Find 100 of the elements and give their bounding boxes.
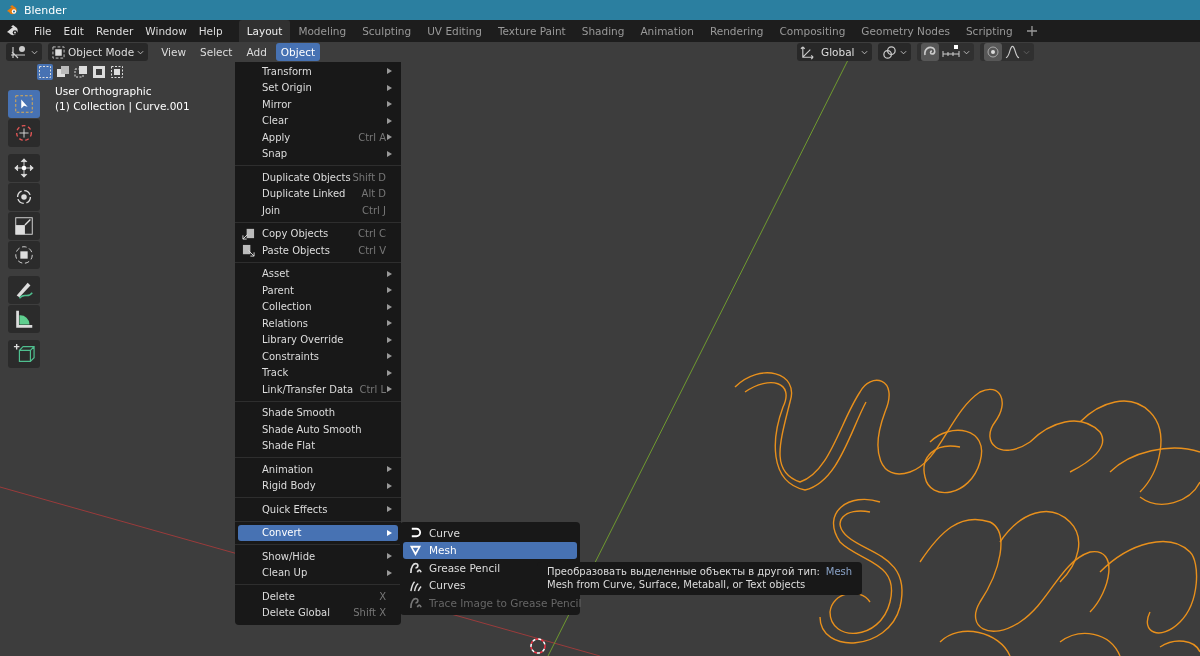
cursor-icon: [13, 122, 35, 144]
menu-item[interactable]: Link/Transfer Data Ctrl L: [238, 381, 398, 398]
workspace-tab[interactable]: UV Editing: [419, 20, 490, 42]
menu-item[interactable]: Join Ctrl J: [238, 202, 398, 219]
workspace-tab[interactable]: Compositing: [771, 20, 854, 42]
menu-bar-item[interactable]: Window: [141, 25, 195, 37]
menu-item[interactable]: Quick Effects: [238, 501, 398, 518]
paste-icon: [242, 243, 255, 257]
menu-item[interactable]: Duplicate Linked Alt D: [238, 185, 398, 202]
menu-item[interactable]: Asset: [238, 265, 398, 282]
select-mode-icon[interactable]: [109, 64, 125, 80]
select-tool-button[interactable]: [8, 90, 40, 118]
menu-item[interactable]: Show/Hide: [238, 548, 398, 565]
submenu-arrow-icon: [387, 529, 392, 536]
window-title: Blender: [24, 3, 67, 17]
submenu-arrow-icon: [387, 569, 392, 576]
submenu-arrow-icon: [387, 303, 392, 310]
rotate-tool-button[interactable]: [8, 183, 40, 211]
menu-item[interactable]: Relations: [238, 315, 398, 332]
workspace-tab[interactable]: Rendering: [701, 20, 772, 42]
submenu-arrow-icon: [387, 68, 392, 75]
grease-pencil-icon: [409, 561, 422, 575]
submenu-arrow-icon: [387, 134, 392, 141]
workspace-tab[interactable]: Animation: [632, 20, 702, 42]
submenu-arrow-icon: [387, 117, 392, 124]
header-menu[interactable]: Add: [241, 43, 272, 61]
menu-item[interactable]: Transform: [238, 63, 398, 80]
increment-icon[interactable]: [941, 45, 960, 59]
menu-item[interactable]: Paste Objects Ctrl V: [238, 242, 398, 259]
menu-item[interactable]: Duplicate Objects Shift D: [238, 169, 398, 186]
annotate-tool-button[interactable]: [8, 276, 40, 304]
select-mode-icon[interactable]: [73, 64, 89, 80]
submenu-arrow-icon: [387, 482, 392, 489]
orientation-dropdown[interactable]: Global: [797, 43, 872, 61]
menu-item[interactable]: Set Origin: [238, 79, 398, 96]
workspace-tab[interactable]: Sculpting: [354, 20, 420, 42]
submenu-arrow-icon: [387, 466, 392, 473]
context-label: (1) Collection | Curve.001: [55, 100, 190, 113]
menu-item[interactable]: Track: [238, 364, 398, 381]
menu-bar-item[interactable]: Render: [91, 25, 142, 37]
proportional-editing-icon[interactable]: [983, 43, 1002, 61]
pivot-dropdown[interactable]: [877, 43, 911, 61]
copy-icon: [242, 227, 255, 241]
caret-icon: [860, 49, 868, 55]
menu-item[interactable]: Copy Objects Ctrl C: [238, 225, 398, 242]
menu-item[interactable]: Delete X: [238, 588, 398, 605]
workspace-tab[interactable]: Layout: [238, 20, 291, 42]
submenu-arrow-icon: [387, 386, 392, 393]
workspace-tab[interactable]: Shading: [573, 20, 633, 42]
menu-item[interactable]: Mirror: [238, 96, 398, 113]
orientation-icon: [800, 44, 815, 60]
select-mode-icon[interactable]: [37, 64, 53, 80]
measure-tool-button[interactable]: [8, 305, 40, 333]
transform-icon: [13, 244, 35, 266]
menu-item[interactable]: Curve: [403, 524, 577, 542]
menu-item[interactable]: Constraints: [238, 348, 398, 365]
cursor-tool-button[interactable]: [8, 119, 40, 147]
menu-item[interactable]: Library Override: [238, 331, 398, 348]
submenu-arrow-icon: [387, 101, 392, 108]
menu-item[interactable]: Collection: [238, 298, 398, 315]
menu-item[interactable]: Clear: [238, 112, 398, 129]
submenu-arrow-icon: [387, 150, 392, 157]
menu-item[interactable]: Apply Ctrl A: [238, 129, 398, 146]
workspace-tab[interactable]: Geometry Nodes: [853, 20, 958, 42]
caret-icon: [31, 49, 38, 55]
menu-bar-item[interactable]: Help: [194, 25, 231, 37]
add-icon[interactable]: [1026, 26, 1037, 36]
select-mode-icon[interactable]: [91, 64, 107, 80]
menu-item[interactable]: Shade Flat: [238, 437, 398, 454]
submenu-arrow-icon: [387, 320, 392, 327]
scale-tool-button[interactable]: [8, 212, 40, 240]
menu-item[interactable]: Animation: [238, 461, 398, 478]
menu-item[interactable]: Mesh: [403, 541, 577, 559]
workspace-tab[interactable]: Texture Paint: [489, 20, 574, 42]
menu-item[interactable]: Parent: [238, 282, 398, 299]
submenu-arrow-icon: [387, 353, 392, 360]
select-mode-icon[interactable]: [55, 64, 71, 80]
menu-bar-item[interactable]: Edit: [59, 25, 92, 37]
menu-item[interactable]: Snap: [238, 145, 398, 162]
menu-item[interactable]: Clean Up: [238, 564, 398, 581]
workspace-tab[interactable]: Modeling: [290, 20, 355, 42]
header-menu[interactable]: Object: [275, 43, 321, 61]
move-tool-button[interactable]: [8, 154, 40, 182]
menu-item[interactable]: Shade Smooth: [238, 404, 398, 421]
header-menu[interactable]: View: [156, 43, 192, 61]
header-menu[interactable]: Select: [195, 43, 238, 61]
workspace-tab[interactable]: Scripting: [957, 20, 1021, 42]
3d-cursor-icon: [530, 638, 546, 654]
menu-item[interactable]: Shade Auto Smooth: [238, 421, 398, 438]
add-cube-tool-button[interactable]: [8, 340, 40, 368]
select-icon: [13, 93, 35, 115]
menu-bar-item[interactable]: File: [30, 25, 60, 37]
falloff-icon[interactable]: [1004, 45, 1020, 59]
menu-item[interactable]: Delete Global Shift X: [238, 604, 398, 621]
mode-dropdown[interactable]: Object Mode: [48, 43, 149, 61]
snap-icon[interactable]: [920, 43, 939, 61]
menu-item[interactable]: Convert: [238, 524, 398, 541]
transform-tool-button[interactable]: [8, 241, 40, 269]
editor-type-button[interactable]: [6, 43, 42, 61]
menu-item[interactable]: Rigid Body: [238, 477, 398, 494]
